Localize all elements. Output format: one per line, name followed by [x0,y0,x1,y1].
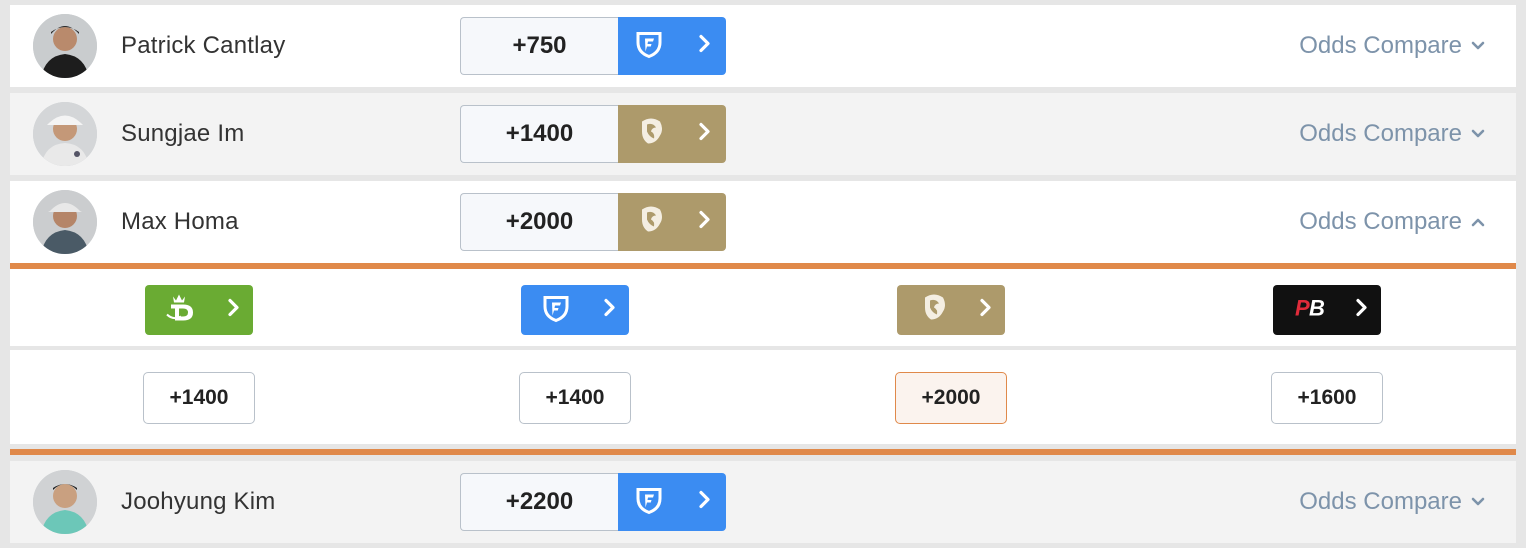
compare-odds-row: +1400 +1400 +2000 +1600 [10,350,1516,444]
pointsbet-bet-button[interactable]: PB [1273,285,1381,335]
fanduel-logo-icon [634,485,664,520]
chevron-right-icon [1355,298,1367,322]
odds-pill-pointsbet[interactable]: +1600 [1271,372,1383,424]
odds-compare-label: Odds Compare [1299,32,1462,59]
player-name: Max Homa [121,208,239,235]
chevron-down-icon [1470,496,1486,508]
odds-compare-label: Odds Compare [1299,488,1462,515]
player-name: Sungjae Im [121,120,245,147]
chevron-up-icon [1470,216,1486,228]
player-avatar [33,14,97,78]
chevron-right-icon [603,298,615,322]
player-name: Joohyung Kim [121,488,276,515]
odds-value[interactable]: +1400 [460,105,618,163]
player-avatar [33,102,97,166]
betmgm-logo-icon [917,290,951,331]
draftkings-logo-icon [165,291,199,330]
svg-text:P: P [1295,296,1310,321]
odds-compare-toggle[interactable]: Odds Compare [1299,120,1486,148]
chevron-right-icon [698,122,710,146]
compare-panel-bottom-border [10,449,1516,455]
betmgm-logo-icon [634,114,668,155]
odds-value[interactable]: +2200 [460,473,618,531]
odds-pill-fanduel[interactable]: +1400 [519,372,631,424]
odds-compare-label: Odds Compare [1299,208,1462,235]
draftkings-bet-button[interactable] [145,285,253,335]
fanduel-bet-button[interactable] [618,17,726,75]
player-avatar [33,190,97,254]
odds-value[interactable]: +2000 [460,193,618,251]
odds-compare-toggle[interactable]: Odds Compare [1299,208,1486,236]
odds-compare-label: Odds Compare [1299,120,1462,147]
chevron-right-icon [227,298,239,322]
svg-text:B: B [1309,296,1325,321]
betmgm-bet-button[interactable] [618,193,726,251]
player-row: Max Homa +2000 Odds Compare [10,181,1516,263]
chevron-down-icon [1470,128,1486,140]
player-avatar [33,470,97,534]
odds-compare-toggle[interactable]: Odds Compare [1299,488,1486,516]
best-odds-button[interactable]: +2000 [460,193,726,251]
betmgm-logo-icon [634,202,668,243]
odds-pill-draftkings[interactable]: +1400 [143,372,255,424]
odds-pill-betmgm-best[interactable]: +2000 [895,372,1007,424]
odds-value[interactable]: +750 [460,17,618,75]
best-odds-button[interactable]: +750 [460,17,726,75]
player-name: Patrick Cantlay [121,32,286,59]
betmgm-bet-button[interactable] [618,105,726,163]
fanduel-bet-button[interactable] [521,285,629,335]
player-row: Joohyung Kim +2200 Odds Compare [10,461,1516,543]
betmgm-bet-button[interactable] [897,285,1005,335]
player-row: Sungjae Im +1400 Odds Compare [10,93,1516,175]
player-row: Patrick Cantlay +750 Odds Compare [10,5,1516,87]
fanduel-logo-icon [541,293,571,328]
chevron-right-icon [698,490,710,514]
chevron-down-icon [1470,40,1486,52]
compare-books-row: PB [10,269,1516,346]
best-odds-button[interactable]: +1400 [460,105,726,163]
chevron-right-icon [979,298,991,322]
chevron-right-icon [698,210,710,234]
pointsbet-logo-icon: PB [1293,294,1327,327]
odds-compare-toggle[interactable]: Odds Compare [1299,32,1486,60]
best-odds-button[interactable]: +2200 [460,473,726,531]
fanduel-logo-icon [634,29,664,64]
fanduel-bet-button[interactable] [618,473,726,531]
chevron-right-icon [698,34,710,58]
